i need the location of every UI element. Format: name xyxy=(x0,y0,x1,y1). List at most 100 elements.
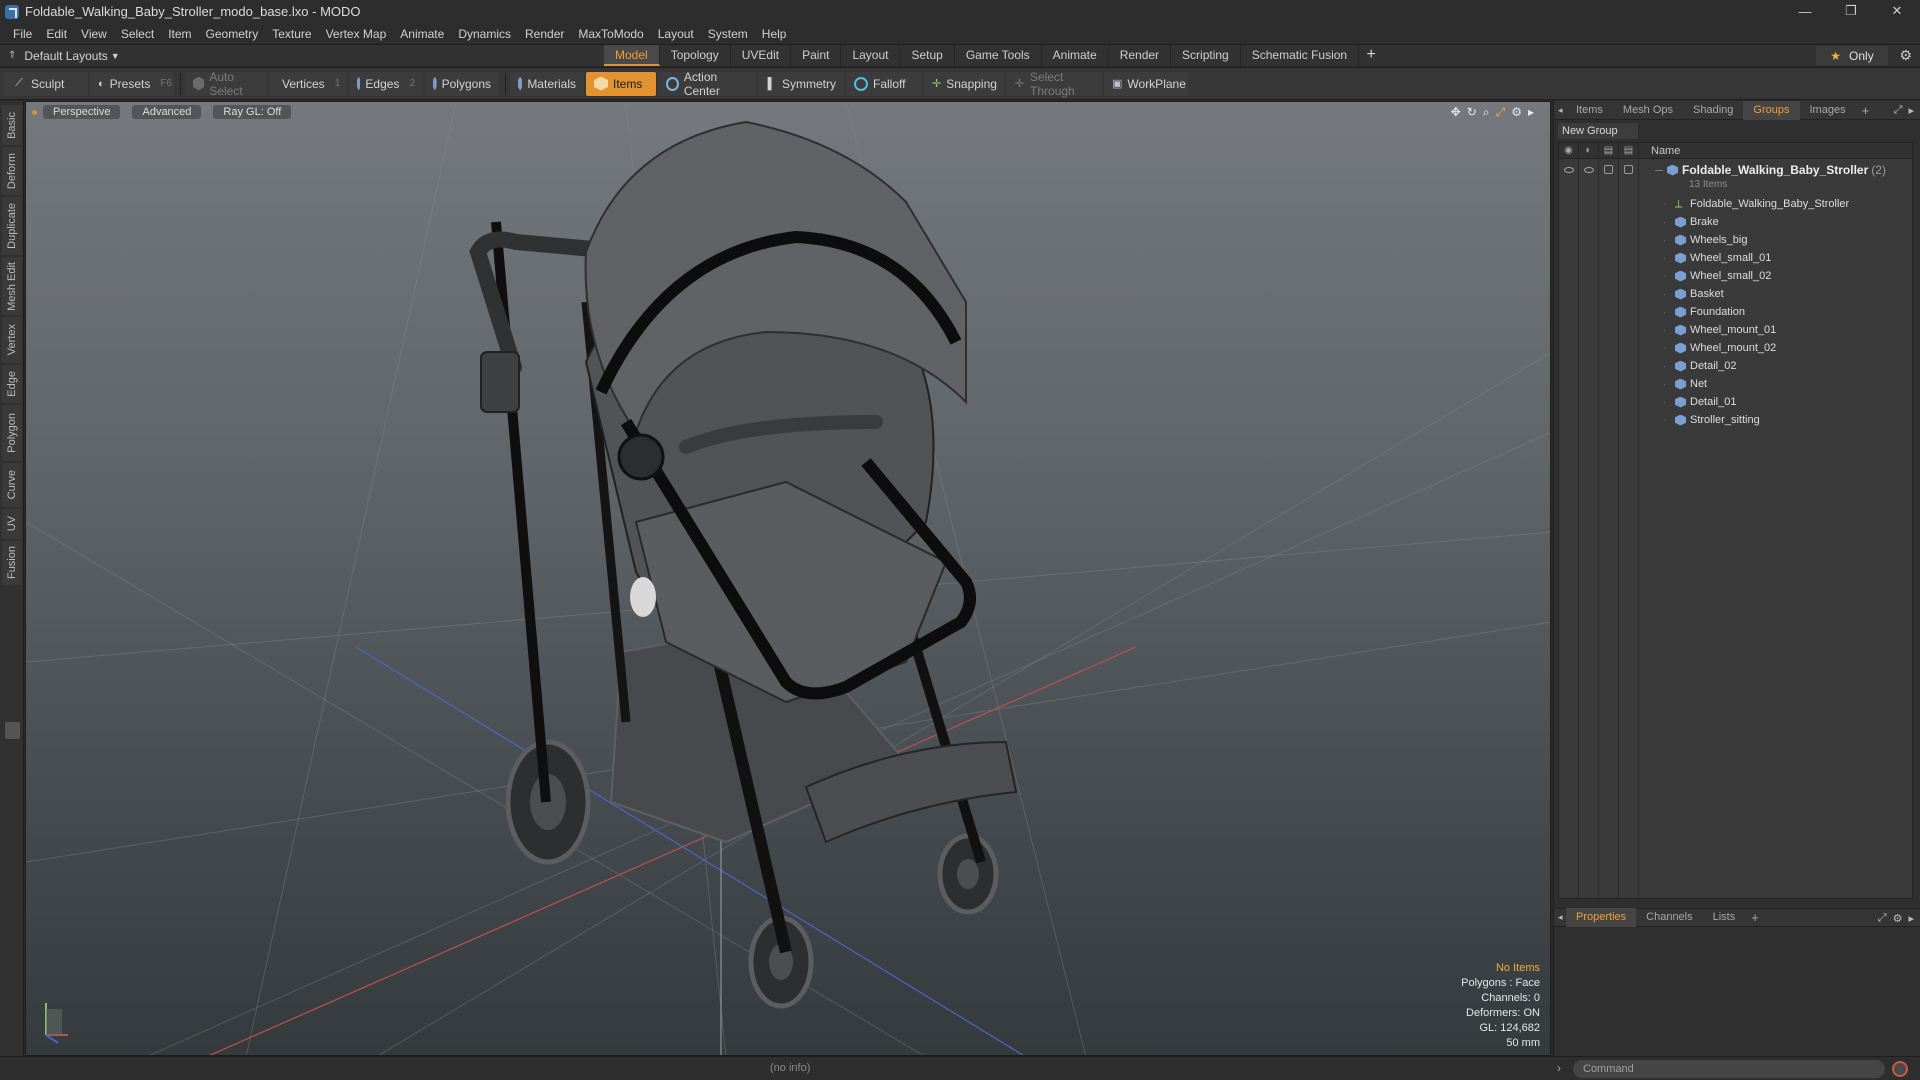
menu-render[interactable]: Render xyxy=(518,27,571,41)
tab-model[interactable]: Model xyxy=(604,45,660,66)
edges-button[interactable]: Edges 2 xyxy=(349,71,423,96)
group-visibility-icon[interactable] xyxy=(1564,167,1574,173)
menu-item[interactable]: Item xyxy=(161,27,198,41)
group-child-row[interactable]: · Wheel_small_01 xyxy=(1663,249,1771,267)
vtab-deform[interactable]: Deform xyxy=(2,147,22,195)
record-macro-icon[interactable] xyxy=(1892,1061,1908,1077)
restore-button[interactable]: ❐ xyxy=(1828,0,1874,22)
only-toggle[interactable]: ★ Only xyxy=(1816,46,1888,65)
zoom-view-icon[interactable]: ⌕ xyxy=(1483,105,1490,120)
menu-select[interactable]: Select xyxy=(114,27,161,41)
sculpt-button[interactable]: ⟋ Sculpt xyxy=(4,71,88,96)
group-select-icon[interactable] xyxy=(1624,165,1633,174)
vtab-mesh-edit[interactable]: Mesh Edit xyxy=(2,257,22,315)
action-center-button[interactable]: Action Center xyxy=(658,70,756,98)
vtab-vertex[interactable]: Vertex xyxy=(2,317,22,363)
rtab-mesh-ops[interactable]: Mesh Ops xyxy=(1613,101,1683,120)
collapse-icon[interactable]: — xyxy=(1655,166,1663,175)
render-col-icon[interactable]: ◐ xyxy=(1579,142,1599,159)
visibility-col-icon[interactable]: ◉ xyxy=(1559,142,1579,159)
group-lock-icon[interactable] xyxy=(1604,165,1613,174)
group-child-row[interactable]: · Stroller_sitting xyxy=(1663,411,1760,429)
vtab-duplicate[interactable]: Duplicate xyxy=(2,197,22,255)
view-mode-button[interactable]: Perspective xyxy=(43,105,121,119)
group-render-icon[interactable] xyxy=(1584,167,1594,173)
materials-button[interactable]: Materials xyxy=(510,71,584,96)
group-child-row[interactable]: · Wheels_big xyxy=(1663,231,1747,249)
group-child-row[interactable]: · Detail_02 xyxy=(1663,357,1736,375)
fit-view-icon[interactable]: ⤢ xyxy=(1496,105,1506,120)
raygl-button[interactable]: Ray GL: Off xyxy=(213,105,292,119)
menu-view[interactable]: View xyxy=(74,27,114,41)
rtab-items[interactable]: Items xyxy=(1566,101,1613,120)
group-child-row[interactable]: · Foundation xyxy=(1663,303,1745,321)
menu-vertex-map[interactable]: Vertex Map xyxy=(319,27,394,41)
rtab-groups[interactable]: Groups xyxy=(1743,100,1800,120)
menu-maxtomodo[interactable]: MaxToModo xyxy=(571,27,650,41)
menu-geometry[interactable]: Geometry xyxy=(199,27,266,41)
vtab-basic[interactable]: Basic xyxy=(2,105,22,145)
props-collapse-icon[interactable]: ▸ xyxy=(1908,912,1914,925)
presets-button[interactable]: ◐ Presets F6 xyxy=(90,71,174,96)
tab-uvedit[interactable]: UVEdit xyxy=(731,45,792,66)
rtab-images[interactable]: Images xyxy=(1800,101,1856,120)
vtab-edge[interactable]: Edge xyxy=(2,365,22,403)
tab-paint[interactable]: Paint xyxy=(791,45,842,66)
command-history-icon[interactable]: › xyxy=(1557,1061,1561,1075)
props-menu-dot[interactable]: ◂ xyxy=(1558,912,1566,923)
gear-icon[interactable]: ⚙ xyxy=(1899,47,1912,64)
viewport-settings-icon[interactable]: ⚙ xyxy=(1511,105,1522,120)
tab-layout[interactable]: Layout xyxy=(841,45,901,66)
menu-system[interactable]: System xyxy=(701,27,755,41)
tab-channels[interactable]: Channels xyxy=(1636,908,1702,927)
group-child-row[interactable]: · Brake xyxy=(1663,213,1719,231)
3d-viewport[interactable]: Perspective Advanced Ray GL: Off ✥ ↻ ⌕ ⤢… xyxy=(25,101,1551,1056)
add-panel-tab-icon[interactable]: + xyxy=(1856,103,1876,118)
props-expand-icon[interactable]: ⤢ xyxy=(1878,912,1887,925)
group-child-row[interactable]: · Detail_01 xyxy=(1663,393,1736,411)
menu-edit[interactable]: Edit xyxy=(39,27,74,41)
command-input[interactable]: Command xyxy=(1573,1060,1885,1078)
select-through-button[interactable]: ✛ Select Through xyxy=(1006,70,1102,98)
menu-help[interactable]: Help xyxy=(755,27,794,41)
menu-dynamics[interactable]: Dynamics xyxy=(451,27,518,41)
viewport-menu-dot[interactable] xyxy=(32,109,37,115)
menu-texture[interactable]: Texture xyxy=(265,27,318,41)
tab-schematic-fusion[interactable]: Schematic Fusion xyxy=(1241,45,1360,66)
viewport-expand-icon[interactable]: ▸ xyxy=(1528,105,1534,120)
group-child-row[interactable]: · Wheel_mount_02 xyxy=(1663,339,1776,357)
panel-collapse-icon[interactable]: ▸ xyxy=(1908,104,1914,117)
tab-render[interactable]: Render xyxy=(1109,45,1172,66)
items-button[interactable]: Items xyxy=(586,71,656,96)
workplane-button[interactable]: ▣ WorkPlane xyxy=(1104,71,1188,96)
auto-select-button[interactable]: Auto Select xyxy=(185,70,267,98)
move-view-icon[interactable]: ✥ xyxy=(1451,105,1461,120)
group-child-row[interactable]: · ⟂ Foldable_Walking_Baby_Stroller xyxy=(1663,195,1849,213)
props-settings-icon[interactable]: ⚙ xyxy=(1893,912,1903,925)
panel-expand-icon[interactable]: ⤢ xyxy=(1894,104,1903,117)
tab-topology[interactable]: Topology xyxy=(660,45,731,66)
tab-scripting[interactable]: Scripting xyxy=(1171,45,1241,66)
add-tab-icon[interactable]: + xyxy=(1359,45,1383,66)
vtab-curve[interactable]: Curve xyxy=(2,463,22,507)
rotate-view-icon[interactable]: ↻ xyxy=(1467,105,1477,120)
vtab-polygon[interactable]: Polygon xyxy=(2,405,22,461)
group-child-row[interactable]: · Wheel_mount_01 xyxy=(1663,321,1776,339)
minimize-button[interactable]: — xyxy=(1782,0,1828,22)
panel-menu-dot[interactable]: ◂ xyxy=(1558,105,1566,116)
falloff-button[interactable]: Falloff xyxy=(846,71,922,96)
shading-mode-button[interactable]: Advanced xyxy=(132,105,202,119)
vtab-fusion[interactable]: Fusion xyxy=(2,541,22,585)
vertices-button[interactable]: Vertices 1 xyxy=(269,71,347,96)
add-props-tab-icon[interactable]: + xyxy=(1745,910,1765,925)
group-child-row[interactable]: · Net xyxy=(1663,375,1707,393)
vtab-uv[interactable]: UV xyxy=(2,509,22,539)
group-child-row[interactable]: · Basket xyxy=(1663,285,1724,303)
tab-game-tools[interactable]: Game Tools xyxy=(955,45,1042,66)
menu-layout[interactable]: Layout xyxy=(651,27,701,41)
tab-setup[interactable]: Setup xyxy=(900,45,955,66)
menu-file[interactable]: File xyxy=(6,27,39,41)
close-button[interactable]: ✕ xyxy=(1874,0,1920,22)
group-child-row[interactable]: · Wheel_small_02 xyxy=(1663,267,1771,285)
menu-animate[interactable]: Animate xyxy=(393,27,451,41)
